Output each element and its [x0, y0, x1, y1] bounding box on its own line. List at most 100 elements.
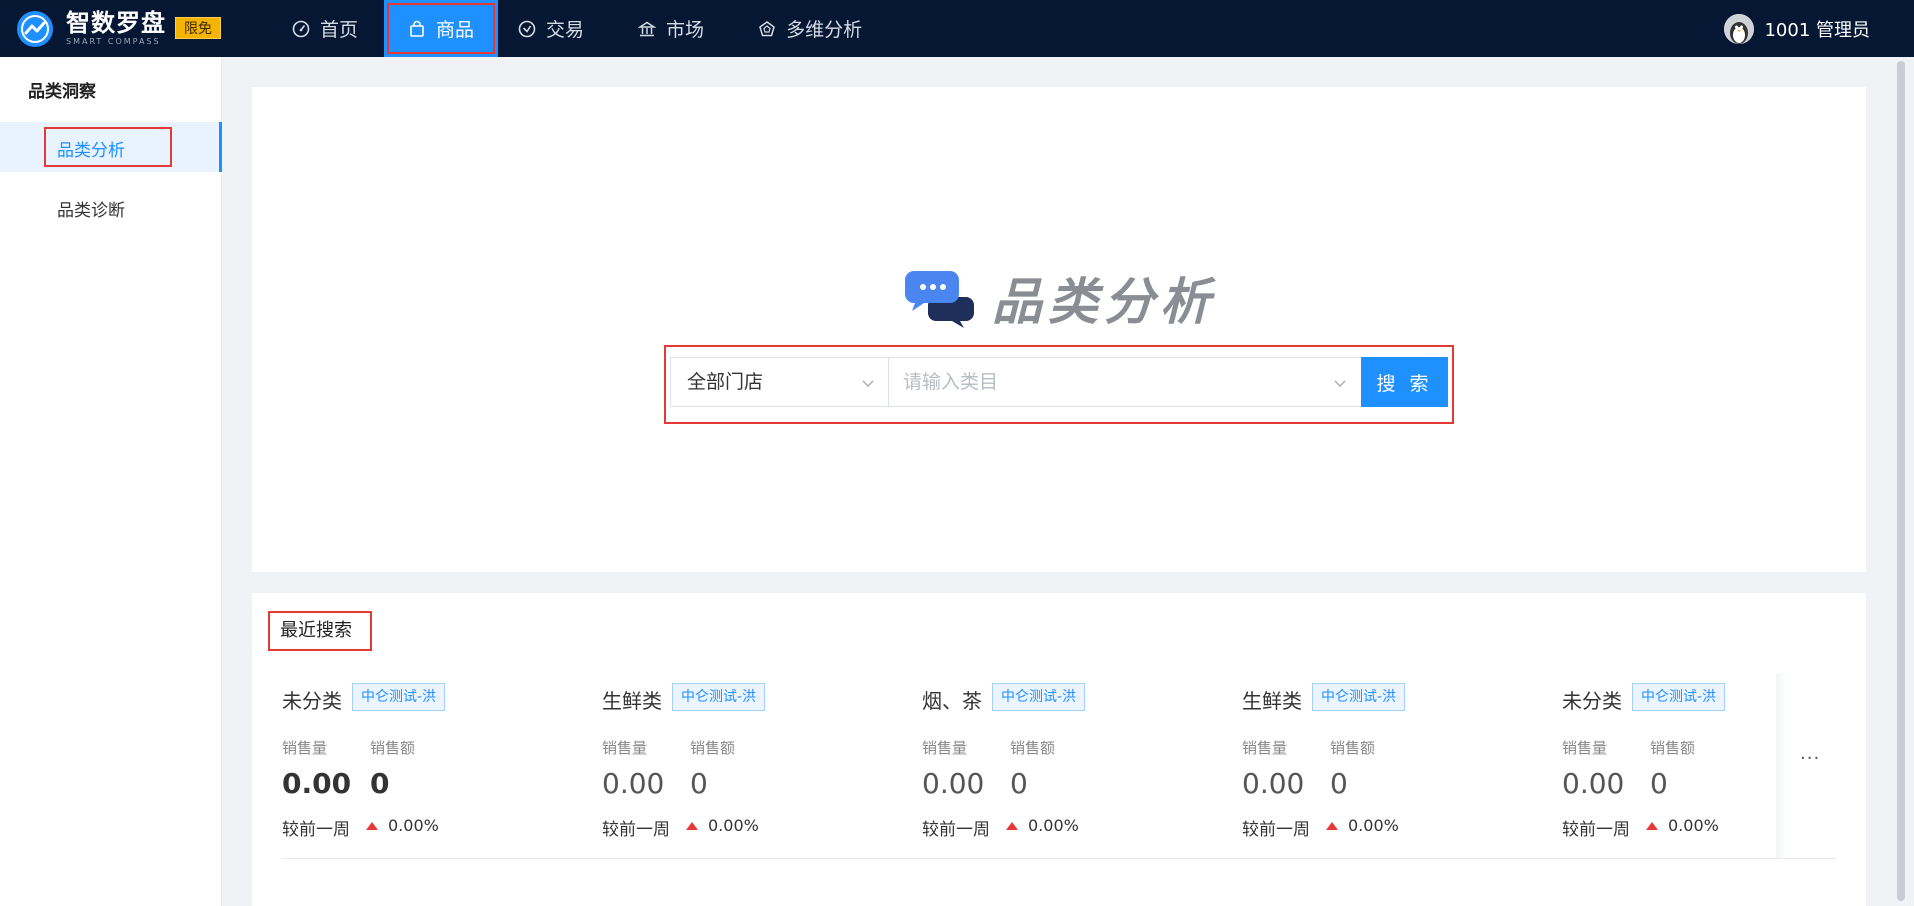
nav-item-products[interactable]: 商品 — [384, 0, 499, 57]
amount-value: 0 — [1330, 767, 1348, 800]
compass-logo-icon[interactable] — [16, 10, 54, 48]
arrow-up-icon — [1326, 822, 1338, 830]
list-item[interactable]: 生鲜类 中仑测试-洪 销售量 销售额 0.00 0 较前一周 0.00% — [602, 673, 902, 853]
chat-bubbles-icon — [905, 271, 974, 328]
bank-icon — [638, 21, 657, 36]
qty-value: 0.00 — [922, 767, 985, 800]
more-button[interactable]: ... — [1800, 743, 1820, 764]
compare-label: 较前一周 — [282, 820, 350, 840]
category-name: 生鲜类 — [602, 689, 662, 713]
amount-label: 销售额 — [1010, 739, 1056, 757]
search-hero: 品类分析 — [904, 262, 1216, 334]
arrow-up-icon — [686, 822, 698, 830]
section-title: 最近搜索 — [268, 611, 372, 651]
user-name: 1001 管理员 — [1764, 19, 1870, 41]
nav-item-label: 首页 — [320, 19, 359, 41]
arrow-up-icon — [366, 822, 378, 830]
avatar — [1724, 13, 1755, 44]
store-tag: 中仑测试-洪 — [992, 683, 1086, 711]
main-nav: 首页 商品 交易 市场 多维分析 — [272, 0, 882, 57]
page-scrollbar[interactable] — [1896, 57, 1906, 906]
amount-label: 销售额 — [690, 739, 736, 757]
qty-value: 0.00 — [282, 767, 352, 800]
category-input[interactable] — [889, 358, 1361, 406]
shopping-bag-icon — [410, 20, 424, 37]
store-tag: 中仑测试-洪 — [1312, 683, 1406, 711]
amount-label: 销售额 — [1650, 739, 1696, 757]
change-value: 0.00% — [388, 816, 439, 835]
change-value: 0.00% — [1028, 816, 1079, 835]
qty-value: 0.00 — [602, 767, 665, 800]
sidebar: 品类洞察 品类分析 品类诊断 — [0, 57, 222, 906]
qty-label: 销售量 — [282, 739, 328, 757]
qty-label: 销售量 — [1562, 739, 1608, 757]
scroll-shadow — [1776, 673, 1786, 858]
qty-label: 销售量 — [602, 739, 648, 757]
qty-label: 销售量 — [922, 739, 968, 757]
arrow-up-icon — [1006, 822, 1018, 830]
nav-item-home[interactable]: 首页 — [272, 0, 378, 57]
store-select[interactable]: 全部门店 — [670, 357, 888, 407]
free-badge: 限免 — [175, 17, 221, 39]
qty-value: 0.00 — [1242, 767, 1305, 800]
store-tag: 中仑测试-洪 — [1632, 683, 1726, 711]
change-value: 0.00% — [708, 816, 759, 835]
amount-label: 销售额 — [370, 739, 416, 757]
nav-item-trade[interactable]: 交易 — [498, 0, 604, 57]
sidebar-item-label: 品类诊断 — [57, 201, 125, 221]
brand[interactable]: 智数罗盘 SMART COMPASS — [66, 9, 166, 47]
search-card: 品类分析 全部门店 搜 索 — [252, 87, 1866, 572]
penguin-avatar-icon — [1724, 13, 1755, 44]
qty-value: 0.00 — [1562, 767, 1625, 800]
pentagon-icon — [759, 20, 775, 36]
search-button[interactable]: 搜 索 — [1361, 357, 1448, 407]
amount-value: 0 — [1010, 767, 1028, 800]
dashboard-icon — [292, 20, 310, 37]
qty-label: 销售量 — [1242, 739, 1288, 757]
top-navbar: 智数罗盘 SMART COMPASS 限免 首页 商品 交易 市场 多维分析 1… — [0, 0, 1914, 57]
sidebar-item-category-diagnosis[interactable]: 品类诊断 — [0, 182, 222, 232]
amount-value: 0 — [370, 767, 390, 800]
store-tag: 中仑测试-洪 — [672, 683, 766, 711]
category-name: 未分类 — [282, 689, 342, 713]
sidebar-item-label: 品类分析 — [57, 141, 125, 161]
scrollbar-thumb[interactable] — [1897, 61, 1905, 901]
recent-searches-card: 最近搜索 未分类 中仑测试-洪 销售量 销售额 0.00 0 较前一周 0.00… — [252, 593, 1866, 906]
category-name: 生鲜类 — [1242, 689, 1302, 713]
amount-value: 0 — [690, 767, 708, 800]
compare-label: 较前一周 — [1562, 820, 1630, 840]
compare-label: 较前一周 — [602, 820, 670, 840]
list-item[interactable]: 烟、茶 中仑测试-洪 销售量 销售额 0.00 0 较前一周 0.00% — [922, 673, 1222, 853]
nav-item-label: 多维分析 — [786, 19, 863, 41]
brand-name: 智数罗盘 — [66, 9, 166, 37]
category-name: 未分类 — [1562, 689, 1622, 713]
change-value: 0.00% — [1668, 816, 1719, 835]
amount-value: 0 — [1650, 767, 1668, 800]
recent-list: 未分类 中仑测试-洪 销售量 销售额 0.00 0 较前一周 0.00% 生鲜类… — [282, 673, 1782, 853]
list-item[interactable]: 未分类 中仑测试-洪 销售量 销售额 0.00 0 较前一周 0.00% — [282, 673, 582, 853]
chevron-down-icon[interactable] — [1333, 376, 1347, 390]
divider — [282, 858, 1836, 859]
category-name: 烟、茶 — [922, 689, 982, 713]
compare-label: 较前一周 — [922, 820, 990, 840]
chevron-down-icon — [862, 380, 874, 387]
nav-item-label: 交易 — [546, 19, 585, 41]
brand-subtitle: SMART COMPASS — [66, 37, 161, 46]
page-title: 品类分析 — [992, 273, 1216, 331]
change-value: 0.00% — [1348, 816, 1399, 835]
user-menu[interactable]: 1001 管理员 — [1724, 0, 1870, 57]
arrow-up-icon — [1646, 822, 1658, 830]
sidebar-title: 品类洞察 — [28, 82, 96, 102]
compare-label: 较前一周 — [1242, 820, 1310, 840]
store-select-value: 全部门店 — [687, 371, 764, 393]
exchange-icon — [518, 20, 536, 37]
nav-item-market[interactable]: 市场 — [618, 0, 724, 57]
category-input-wrapper[interactable] — [888, 357, 1362, 407]
amount-label: 销售额 — [1330, 739, 1376, 757]
nav-item-label: 市场 — [666, 19, 705, 41]
list-item[interactable]: 生鲜类 中仑测试-洪 销售量 销售额 0.00 0 较前一周 0.00% — [1242, 673, 1542, 853]
store-tag: 中仑测试-洪 — [352, 683, 446, 711]
nav-item-label: 商品 — [436, 19, 475, 41]
sidebar-item-category-analysis[interactable]: 品类分析 — [0, 122, 222, 172]
nav-item-multi-analysis[interactable]: 多维分析 — [738, 0, 882, 57]
